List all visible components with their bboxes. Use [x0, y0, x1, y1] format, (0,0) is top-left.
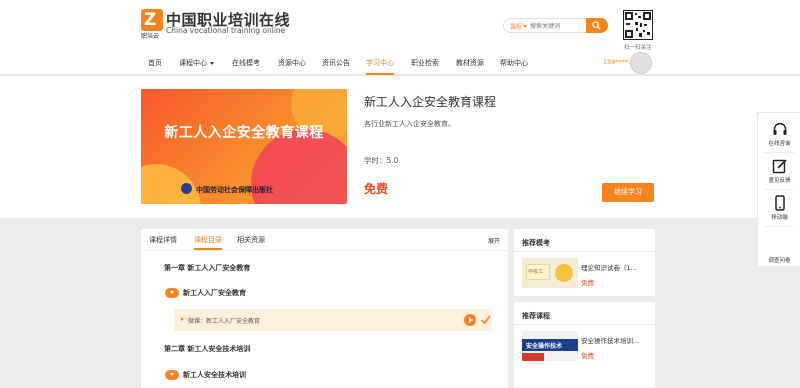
lesson-title: 微课：新工人入厂安全教育 [188, 318, 261, 325]
cover-title: 新工人入企安全教育课程 [164, 125, 324, 141]
course-title: 新工人入企安全教育课程 [364, 95, 497, 109]
tab-course-catalog[interactable]: 课程目录 [194, 234, 222, 250]
floating-service-bar: 在线咨询 意见反馈 移动端 调查问卷 [757, 112, 800, 267]
course-cover: 新工人入企安全教育课程 中国劳动社会保障出版社 [141, 89, 347, 204]
continue-learning-button[interactable]: 继续学习 [602, 183, 654, 202]
divider [764, 226, 795, 227]
chevron-down-icon [210, 61, 214, 65]
section-title: 新工人入厂安全教育 [183, 289, 246, 297]
nav-item-help[interactable]: 帮助中心 [500, 57, 528, 75]
search-icon [592, 21, 601, 30]
course-price-tag: 免费 [581, 352, 594, 360]
nav-item-learning-center[interactable]: 学习中心 [366, 57, 394, 75]
side-label: 移动端 [771, 215, 788, 221]
section-title: 新工人安全技术培训 [183, 371, 246, 379]
tab-course-detail[interactable]: 课程详情 [149, 234, 177, 250]
qr-caption: 扫一扫关注 [624, 45, 652, 51]
survey-button[interactable]: 调查问卷 [758, 254, 800, 264]
triangle-right-icon [181, 317, 184, 321]
course-thumbnail[interactable]: 安全操作技术 [522, 331, 578, 361]
tab-related-resources[interactable]: 相关资源 [237, 234, 265, 250]
brand-badge-caption: 职培云 [141, 33, 160, 40]
search-category[interactable]: 课程 [510, 22, 522, 31]
check-icon [480, 315, 491, 325]
chapter-title[interactable]: 第一章 新工人入厂安全教育 [164, 263, 250, 273]
nav-item-home[interactable]: 首页 [148, 57, 162, 75]
thumb-text: 中级工 [528, 269, 544, 275]
thumb-decoration [555, 264, 573, 282]
exam-thumbnail[interactable]: 中级工 [522, 258, 578, 288]
search-input[interactable] [530, 21, 580, 31]
course-price: 免费 [364, 182, 389, 196]
feedback-button[interactable]: 意见反馈 [758, 158, 800, 184]
chevron-down-icon [165, 288, 179, 298]
chapter-title[interactable]: 第二章 新工人安全技术培训 [164, 344, 250, 354]
recommend-exam-heading: 推荐模考 [522, 239, 550, 247]
thumb-text: 安全操作技术 [526, 343, 563, 350]
play-icon[interactable] [464, 314, 476, 326]
recommend-course-panel: 推荐课程 安全操作技术 安全操作技术培训... 免费 [514, 302, 655, 388]
nav-item-mock-exam[interactable]: 在线模考 [232, 57, 260, 75]
exam-title[interactable]: 理论知识试卷（1... [581, 262, 637, 272]
search-button[interactable] [586, 18, 608, 33]
qr-code [623, 10, 653, 40]
lesson-item[interactable]: 微课：新工人入厂安全教育 [174, 309, 492, 331]
side-label: 在线咨询 [768, 141, 791, 147]
cover-decoration [141, 164, 201, 204]
search-box: 课程 [503, 18, 608, 33]
mobile-icon [774, 195, 785, 211]
publisher-emblem-icon [181, 183, 192, 194]
course-hero: 新工人入企安全教育课程 中国劳动社会保障出版社 新工人入企安全教育课程 各行业新… [0, 76, 800, 218]
chevron-down-icon [165, 370, 179, 380]
nav-item-courses[interactable]: 课程中心 [179, 57, 214, 75]
expand-link[interactable]: 展开 [488, 236, 500, 245]
course-hours: 学时：5.0 [364, 156, 399, 165]
recommend-exam-panel: 推荐模考 中级工 理论知识试卷（1... 免费 [514, 229, 655, 296]
edit-icon [772, 159, 787, 174]
divider [514, 251, 655, 252]
divider [764, 152, 795, 153]
course-description: 各行业新工人入企安全教育。 [364, 120, 455, 128]
headset-icon [773, 122, 786, 135]
site-header: Z 职培云 中国职业培训在线 China vocational training… [0, 0, 800, 75]
cover-publisher: 中国劳动社会保障出版社 [196, 186, 273, 194]
mobile-button[interactable]: 移动端 [758, 195, 800, 221]
nav-item-news[interactable]: 资讯公告 [322, 57, 350, 75]
brand-logo[interactable]: Z 职培云 [141, 9, 163, 40]
recommend-course-heading: 推荐课程 [522, 312, 550, 320]
exam-price: 免费 [581, 279, 594, 287]
divider [514, 324, 655, 325]
chevron-down-icon[interactable] [523, 25, 527, 28]
online-consult-button[interactable]: 在线咨询 [758, 121, 800, 147]
course-content-panel: 课程详情 课程目录 相关资源 展开 第一章 新工人入厂安全教育 新工人入厂安全教… [141, 229, 508, 388]
nav-item-job-search[interactable]: 职业检索 [411, 57, 439, 75]
nav-item-courses-label: 课程中心 [179, 59, 207, 67]
side-label: 调查问卷 [768, 258, 791, 264]
nav-item-resources[interactable]: 资源中心 [278, 57, 306, 75]
brand-subtitle: China vocational training online [166, 26, 286, 35]
divider [764, 189, 795, 190]
thumb-decoration [522, 353, 544, 361]
nav-item-textbooks[interactable]: 教材资源 [456, 57, 484, 75]
side-label: 意见反馈 [768, 178, 791, 184]
brand-badge-letter: Z [144, 10, 157, 30]
avatar[interactable] [630, 52, 652, 74]
qr-code-icon [625, 12, 651, 38]
divider [141, 250, 508, 251]
course-title-link[interactable]: 安全操作技术培训... [581, 335, 639, 345]
